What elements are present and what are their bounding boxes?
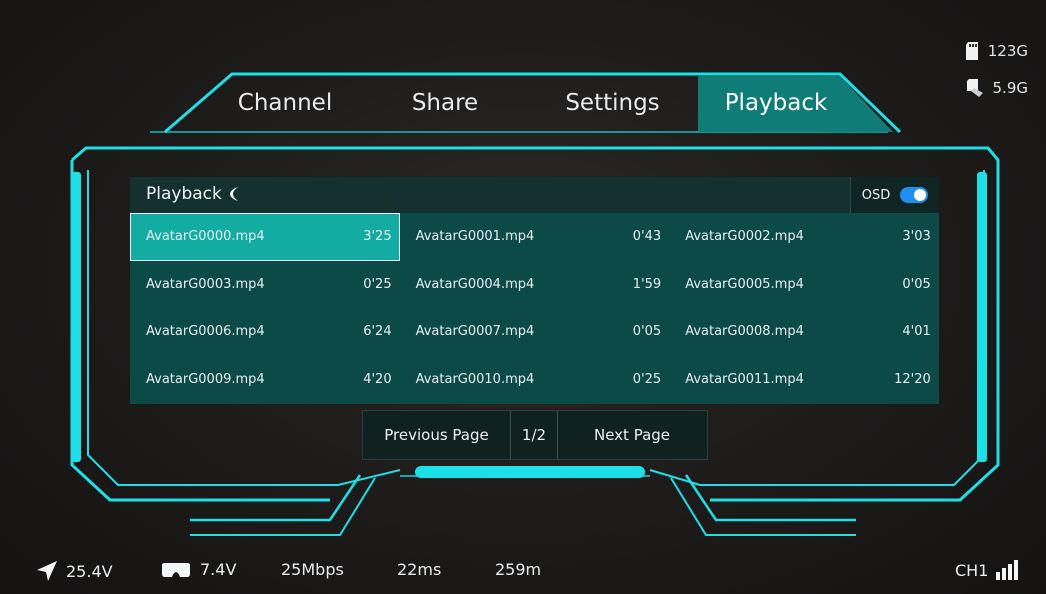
file-item[interactable]: AvatarG0004.mp4 1'59 [400, 261, 670, 309]
file-name: AvatarG0010.mp4 [415, 371, 535, 387]
sd-card-icon [965, 42, 978, 60]
file-duration: 12'20 [894, 371, 931, 387]
file-duration: 0'05 [902, 276, 931, 292]
file-duration: 4'01 [902, 324, 931, 340]
latency-value: 22ms [397, 560, 442, 579]
goggle-voltage-value: 7.4V [200, 560, 237, 579]
file-item[interactable]: AvatarG0008.mp4 4'01 [669, 308, 939, 356]
file-duration: 0'25 [632, 371, 662, 387]
navigation-arrow-icon [37, 561, 57, 581]
latency: 22ms [397, 560, 441, 579]
file-name: AvatarG0001.mp4 [415, 229, 535, 245]
bitrate: 25Mbps [281, 560, 344, 579]
file-row: AvatarG0003.mp4 0'25 AvatarG0004.mp4 1'59 … [130, 261, 939, 309]
sd-card-capacity: 123G [987, 42, 1028, 60]
panel-header: Playback OSD [130, 177, 939, 213]
signal-bars-icon [996, 560, 1019, 580]
tab-playback[interactable]: Playback [712, 80, 840, 126]
page-indicator: 1/2 [521, 426, 547, 444]
file-name: AvatarG0003.mp4 [146, 276, 265, 292]
bitrate-value: 25Mbps [281, 560, 344, 579]
file-item[interactable]: AvatarG0010.mp4 0'25 [400, 356, 670, 404]
file-duration: 1'59 [632, 276, 662, 292]
channel-signal: CH1 [955, 560, 1020, 580]
distance: 259m [495, 560, 541, 579]
playback-panel: Playback OSD AvatarG0000.mp4 3'25 AvatarG… [130, 177, 939, 404]
file-item[interactable]: AvatarG0002.mp4 3'03 [669, 213, 939, 261]
file-item[interactable]: AvatarG0000.mp4 3'25 [130, 213, 400, 261]
internal-capacity: 5.9G [992, 79, 1028, 97]
file-item[interactable]: AvatarG0011.mp4 12'20 [669, 356, 939, 404]
file-name: AvatarG0011.mp4 [685, 371, 804, 387]
goggles-icon [162, 562, 190, 577]
tab-channel[interactable]: Channel [230, 80, 340, 126]
osd-toggle[interactable] [900, 187, 929, 203]
file-row: AvatarG0009.mp4 4'20 AvatarG0010.mp4 0'25 … [130, 356, 939, 404]
file-name: AvatarG0004.mp4 [415, 276, 535, 292]
file-duration: 4'20 [363, 371, 392, 387]
file-item[interactable]: AvatarG0003.mp4 0'25 [130, 261, 400, 309]
air-unit-voltage: 25.4V [36, 560, 113, 582]
file-grid: AvatarG0000.mp4 3'25 AvatarG0001.mp4 0'43 … [130, 213, 939, 403]
file-duration: 6'24 [363, 324, 392, 340]
pagination: Previous Page 1/2 Next Page [362, 410, 708, 460]
status-bar: 25.4V 7.4V 25Mbps 22ms 259m CH1 [0, 546, 1046, 594]
file-duration: 3'03 [902, 229, 931, 245]
goggle-voltage: 7.4V [160, 560, 236, 579]
file-row: AvatarG0000.mp4 3'25 AvatarG0001.mp4 0'43 … [130, 213, 939, 261]
file-item[interactable]: AvatarG0009.mp4 4'20 [130, 356, 400, 404]
panel-title-text: Playback [146, 184, 222, 204]
tab-settings[interactable]: Settings [555, 80, 670, 126]
file-name: AvatarG0005.mp4 [685, 276, 804, 292]
panel-title[interactable]: Playback [146, 184, 240, 204]
file-item[interactable]: AvatarG0005.mp4 0'05 [669, 261, 939, 309]
file-row: AvatarG0006.mp4 6'24 AvatarG0007.mp4 0'05 … [130, 308, 939, 356]
file-duration: 0'05 [632, 324, 662, 340]
air-voltage-value: 25.4V [66, 561, 113, 581]
file-name: AvatarG0007.mp4 [415, 324, 535, 340]
channel-value: CH1 [955, 560, 989, 580]
osd-label: OSD [861, 187, 891, 203]
back-chevron-icon[interactable] [228, 186, 240, 202]
previous-page-button[interactable]: Previous Page [363, 411, 510, 459]
file-duration: 3'25 [363, 229, 392, 245]
file-item[interactable]: AvatarG0007.mp4 0'05 [400, 308, 670, 356]
file-name: AvatarG0002.mp4 [685, 229, 804, 245]
file-name: AvatarG0008.mp4 [685, 324, 804, 340]
file-name: AvatarG0006.mp4 [146, 324, 265, 340]
next-page-button[interactable]: Next Page [558, 411, 706, 459]
sd-card-storage: 123G [965, 42, 1028, 60]
osd-toggle-area[interactable]: OSD [850, 177, 939, 213]
file-duration: 0'25 [363, 276, 392, 292]
file-name: AvatarG0000.mp4 [146, 229, 265, 245]
internal-storage: 5.9G [965, 79, 1028, 97]
storage-icon [966, 79, 983, 97]
file-item[interactable]: AvatarG0001.mp4 0'43 [400, 213, 670, 261]
tab-share[interactable]: Share [395, 80, 495, 126]
file-duration: 0'43 [632, 229, 662, 245]
file-item[interactable]: AvatarG0006.mp4 6'24 [130, 308, 400, 356]
file-name: AvatarG0009.mp4 [146, 371, 265, 387]
distance-value: 259m [495, 560, 542, 579]
